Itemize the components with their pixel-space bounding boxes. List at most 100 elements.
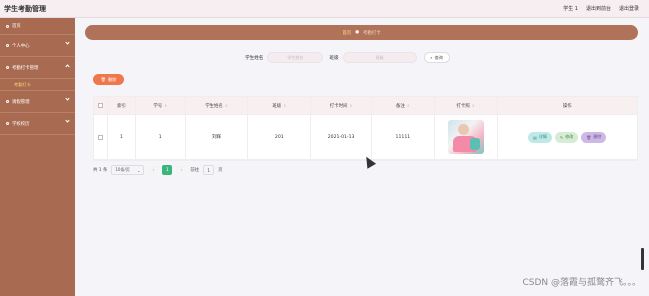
breadcrumb-separator: ● — [355, 30, 360, 35]
batch-delete-button[interactable]: 🗑 删除 — [93, 74, 124, 85]
table-header: 索引 学号 ⇕ 学生姓名 ⇕ 班级 ⇕ 打卡时间 ⇕ 备注 ⇕ 打卡照 ⇕ 操作 — [94, 97, 637, 115]
cell-note: 11111 — [372, 115, 435, 159]
search-button[interactable]: ⌕ 查询 — [423, 52, 450, 63]
clock-icon — [6, 66, 9, 69]
home-icon — [6, 24, 9, 28]
chevron-up-icon — [65, 64, 70, 69]
cell-student-no: 1 — [136, 115, 186, 159]
header-student-name[interactable]: 学生姓名 ⇕ — [186, 97, 249, 114]
class-input[interactable]: 班级 — [342, 52, 417, 63]
watermark: CSDN @落霞与孤鹜齐飞。。。 — [522, 278, 641, 288]
breadcrumb-home[interactable]: 首页 — [342, 30, 351, 36]
class-label: 班级 — [329, 55, 339, 61]
header-student-no[interactable]: 学号 ⇕ — [136, 97, 186, 114]
table-row: 1 1 刘辉 201 2021-01-13 11111 ▤ 详情 ✎ 修改 🗑 … — [94, 115, 637, 160]
row-actions: ▤ 详情 ✎ 修改 🗑 删除 — [528, 131, 607, 143]
student-name-label: 学生姓名 — [245, 55, 264, 61]
detail-button-label: 详情 — [538, 134, 547, 139]
header-label: 学号 — [153, 103, 163, 109]
sort-icon[interactable]: ⇕ — [349, 104, 352, 108]
document-icon — [6, 100, 9, 103]
app-title: 学生考勤管理 — [4, 5, 46, 13]
cell-class: 201 — [248, 115, 312, 159]
main-content: 首页 ● 考勤打卡 学生姓名 学生姓名 班级 班级 ⌕ 查询 🗑 删除 索引 学… — [75, 18, 649, 296]
sidebar-subitem-attendance-checkin[interactable]: 考勤打卡 — [0, 79, 75, 91]
header-note[interactable]: 备注 ⇕ — [372, 97, 435, 114]
sidebar-item-calendar[interactable]: 学校校历 — [0, 113, 75, 135]
page-suffix: 页 — [218, 168, 223, 173]
scrollbar-thumb[interactable] — [641, 248, 644, 270]
sort-icon[interactable]: ⇕ — [472, 104, 475, 108]
sidebar-item-home[interactable]: 首页 — [0, 18, 75, 35]
view-icon: ▤ — [533, 134, 537, 140]
attendance-table: 索引 学号 ⇕ 学生姓名 ⇕ 班级 ⇕ 打卡时间 ⇕ 备注 ⇕ 打卡照 ⇕ 操作 1 1 刘… — [93, 96, 638, 161]
page-size-select[interactable]: 10条/页 ⌄ — [111, 165, 145, 175]
chevron-down-icon — [65, 96, 70, 101]
header-actions: 操作 — [498, 97, 637, 114]
calendar-icon — [6, 122, 9, 125]
cell-index: 1 — [108, 115, 136, 159]
chevron-down-icon — [65, 40, 70, 45]
sort-icon[interactable]: ⇕ — [225, 104, 228, 108]
student-name-input[interactable]: 学生姓名 — [267, 52, 324, 63]
checkbox[interactable] — [97, 103, 103, 108]
page-number-button[interactable]: 1 — [162, 165, 173, 175]
sidebar-item-label: 请假管理 — [12, 99, 30, 105]
sidebar-item-label: 个人中心 — [12, 43, 30, 49]
next-page-button[interactable]: › — [176, 165, 187, 175]
prev-page-button[interactable]: ‹ — [148, 165, 159, 175]
back-to-frontend-link[interactable]: 退出到前台 — [586, 5, 611, 12]
edit-button[interactable]: ✎ 修改 — [554, 131, 579, 143]
sidebar-item-label: 首页 — [12, 24, 21, 29]
top-nav: 学生 1 退出到前台 退出登录 — [563, 5, 639, 12]
page-size-value: 10条/页 — [115, 167, 130, 172]
cell-checkin-time: 2021-01-13 — [311, 115, 372, 159]
logout-link[interactable]: 退出登录 — [619, 5, 639, 12]
search-form: 学生姓名 学生姓名 班级 班级 ⌕ 查询 — [245, 52, 450, 63]
current-user: 学生 1 — [563, 6, 578, 12]
pagination-total: 共 1 条 — [93, 168, 108, 173]
user-icon — [6, 44, 9, 47]
header-class[interactable]: 班级 ⇕ — [248, 97, 312, 114]
top-bar: 学生考勤管理 学生 1 退出到前台 退出登录 — [0, 0, 649, 18]
sidebar: 首页 个人中心 考勤打卡管理 考勤打卡 请假管理 学校校历 — [0, 18, 75, 296]
row-select[interactable] — [94, 115, 108, 159]
chevron-down-icon: ⌄ — [137, 167, 141, 173]
sidebar-item-label: 学校校历 — [12, 121, 30, 127]
search-button-label: 查询 — [434, 54, 443, 60]
edit-icon: ✎ — [559, 134, 564, 140]
header-photo[interactable]: 打卡照 ⇕ — [435, 97, 498, 114]
sort-icon[interactable]: ⇕ — [283, 104, 286, 108]
cell-photo — [435, 115, 498, 159]
trash-icon: 🗑 — [586, 134, 592, 140]
sidebar-item-leave[interactable]: 请假管理 — [0, 91, 75, 113]
checkin-photo[interactable] — [447, 120, 484, 154]
delete-button[interactable]: 🗑 删除 — [581, 131, 607, 143]
sidebar-item-attendance[interactable]: 考勤打卡管理 — [0, 57, 75, 79]
header-label: 学生姓名 — [205, 103, 223, 109]
header-label: 打卡时间 — [329, 103, 348, 109]
sidebar-item-label: 考勤打卡管理 — [12, 65, 39, 71]
header-label: 备注 — [395, 103, 405, 109]
sort-icon[interactable]: ⇕ — [407, 104, 410, 108]
cell-student-name: 刘辉 — [186, 115, 249, 159]
search-icon: ⌕ — [430, 55, 433, 60]
delete-button-label: 删除 — [107, 76, 117, 82]
header-index: 索引 — [108, 97, 136, 114]
checkbox[interactable] — [97, 134, 103, 140]
header-checkin-time[interactable]: 打卡时间 ⇕ — [311, 97, 372, 114]
goto-page-input[interactable]: 1 — [203, 165, 215, 175]
header-label: 打卡照 — [456, 103, 470, 109]
header-select-all[interactable] — [94, 97, 108, 114]
header-label: 班级 — [272, 103, 282, 109]
pagination: 共 1 条 10条/页 ⌄ ‹ 1 › 前往 1 页 — [93, 165, 223, 175]
breadcrumb: 首页 ● 考勤打卡 — [85, 25, 638, 40]
cell-actions: ▤ 详情 ✎ 修改 🗑 删除 — [498, 115, 637, 159]
trash-icon: 🗑 — [100, 76, 106, 82]
edit-button-label: 修改 — [565, 134, 574, 139]
detail-button[interactable]: ▤ 详情 — [528, 131, 552, 143]
delete-button-label: 删除 — [593, 134, 602, 139]
chevron-down-icon — [65, 118, 70, 123]
sort-icon[interactable]: ⇕ — [164, 104, 167, 108]
sidebar-item-profile[interactable]: 个人中心 — [0, 35, 75, 57]
